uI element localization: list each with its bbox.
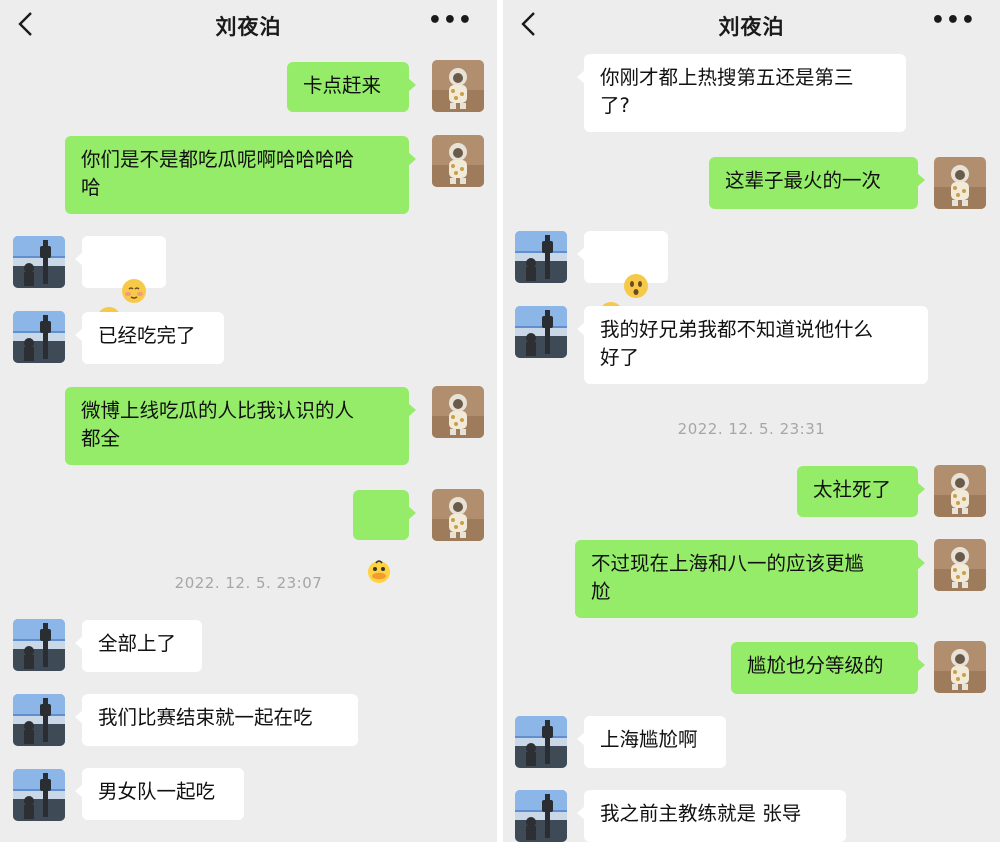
message-bubble-received[interactable]: 上海尴尬啊	[577, 716, 726, 768]
message-bubble-received[interactable]: 我之前主教练就是 张导	[577, 790, 846, 842]
avatar-self[interactable]	[432, 60, 484, 112]
chat-panel-right: 刘夜泊 ••• 你刚才都上热搜第五还是第三 了? 这辈子最火的一次 我的好兄弟我…	[503, 0, 1000, 842]
chat-header: 刘夜泊 •••	[503, 0, 1000, 48]
avatar-self[interactable]	[432, 386, 484, 438]
message-bubble-sent[interactable]: 不过现在上海和八一的应该更尴 尬	[575, 540, 925, 618]
chat-title: 刘夜泊	[718, 15, 785, 39]
message-bubble-received-emoji[interactable]	[75, 236, 166, 331]
timestamp: 2022. 12. 5. 23:07	[174, 574, 323, 592]
avatar-contact[interactable]	[515, 306, 567, 358]
message-bubble-sent[interactable]: 卡点赶来	[287, 62, 416, 112]
avatar-self[interactable]	[934, 465, 986, 517]
message-bubble-received-emoji[interactable]	[577, 231, 668, 326]
message-bubble-received[interactable]: 男女队一起吃	[75, 768, 244, 820]
chat-header: 刘夜泊 •••	[0, 0, 497, 48]
message-bubble-sent[interactable]: 微博上线吃瓜的人比我认识的人 都全	[65, 387, 416, 465]
message-bubble-sent[interactable]: 这辈子最火的一次	[709, 157, 925, 209]
more-dots-icon[interactable]: •••	[428, 10, 473, 32]
message-bubble-received[interactable]: 我们比赛结束就一起在吃	[75, 694, 358, 746]
emoji-speechless-icon	[623, 273, 648, 298]
message-bubble-received[interactable]: 已经吃完了	[75, 312, 224, 364]
avatar-contact[interactable]	[515, 716, 567, 768]
timestamp: 2022. 12. 5. 23:31	[677, 420, 826, 438]
avatar-contact[interactable]	[13, 236, 65, 288]
avatar-contact[interactable]	[515, 231, 567, 283]
avatar-self[interactable]	[934, 539, 986, 591]
emoji-blush-icon	[121, 278, 146, 303]
message-bubble-sent-emoji[interactable]	[353, 490, 416, 583]
avatar-self[interactable]	[432, 135, 484, 187]
avatar-contact[interactable]	[13, 769, 65, 821]
avatar-self[interactable]	[934, 157, 986, 209]
avatar-self[interactable]	[432, 489, 484, 541]
avatar-self[interactable]	[934, 641, 986, 693]
avatar-contact[interactable]	[13, 311, 65, 363]
avatar-contact[interactable]	[13, 694, 65, 746]
chat-title: 刘夜泊	[215, 15, 282, 39]
avatar-contact[interactable]	[515, 790, 567, 842]
chat-panel-left: 刘夜泊 ••• 卡点赶来 你们是不是都吃瓜呢啊哈哈哈哈 哈 已经吃完了 微博上线…	[0, 0, 497, 842]
message-bubble-received[interactable]: 我的好兄弟我都不知道说他什么 好了	[577, 306, 928, 384]
more-dots-icon[interactable]: •••	[931, 10, 976, 32]
message-bubble-received[interactable]: 全部上了	[75, 620, 202, 672]
message-bubble-sent[interactable]: 太社死了	[797, 466, 925, 517]
avatar-contact[interactable]	[13, 619, 65, 671]
message-bubble-received[interactable]: 你刚才都上热搜第五还是第三 了?	[577, 54, 906, 132]
message-bubble-sent[interactable]: 尴尬也分等级的	[731, 642, 925, 694]
message-bubble-sent[interactable]: 你们是不是都吃瓜呢啊哈哈哈哈 哈	[65, 136, 416, 214]
